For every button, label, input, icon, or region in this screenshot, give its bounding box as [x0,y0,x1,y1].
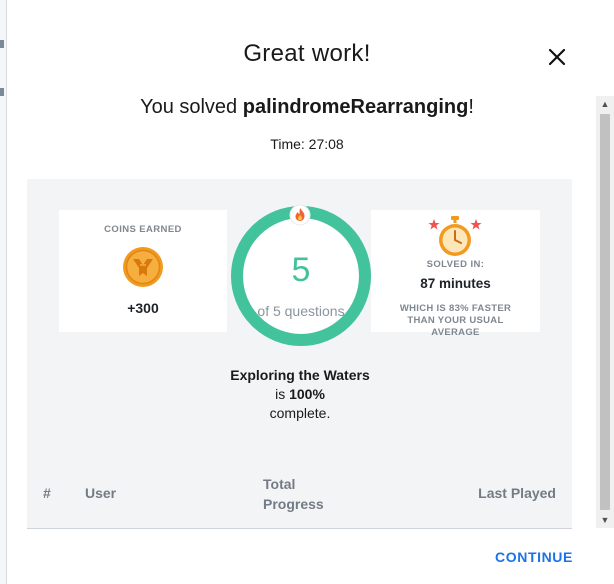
column-header-total-progress: Total Progress [263,476,324,512]
topic-is: is [275,386,290,402]
topic-name: Exploring the Waters [230,367,370,383]
solved-message: You solved palindromeRearranging! [0,96,614,119]
solved-prefix: You solved [140,96,243,118]
task-name: palindromeRearranging [242,96,469,118]
close-button[interactable] [544,44,570,70]
topic-percent: 100% [289,386,325,402]
solved-in-note: WHICH IS 83% FASTER THAN YOUR USUAL AVER… [399,303,512,338]
column-header-rank: # [43,485,51,501]
solved-in-card: SOLVED IN: 87 minutes WHICH IS 83% FASTE… [371,210,540,338]
solved-in-value: 87 minutes [420,276,491,291]
background-mark [0,88,4,96]
scroll-thumb[interactable] [600,114,610,510]
completion-modal: Great work! You solved palindromeRearran… [0,0,614,584]
topic-progress: Exploring the Waters is 100% complete. [227,366,373,423]
leaderboard-header: # User Total Progress Last Played [27,456,572,529]
questions-completed: 5 [291,251,311,289]
column-header-last-played: Last Played [478,485,556,501]
solved-suffix: ! [468,96,474,118]
stats-panel: COINS EARNED +300 5 of 5 questions Explo… [27,179,572,456]
elapsed-time: Time: 27:08 [270,136,344,152]
coins-value: +300 [127,300,159,316]
column-header-user: User [85,485,117,501]
modal-scrollbar[interactable]: ▲ ▼ [596,96,614,528]
coin-icon [123,247,163,287]
coins-label: COINS EARNED [104,224,182,235]
questions-total: of 5 questions [257,303,345,319]
topic-complete: complete. [269,405,331,421]
continue-button[interactable]: CONTINUE [486,549,582,569]
scroll-up-arrow-icon[interactable]: ▲ [596,96,614,112]
stopwatch-icon [428,216,482,256]
flame-icon [289,204,311,226]
modal-title: Great work! [243,40,371,67]
scroll-down-arrow-icon[interactable]: ▼ [596,512,614,528]
background-window-edge [0,0,7,584]
solved-in-label: SOLVED IN: [426,259,485,270]
coins-card: COINS EARNED +300 [59,210,227,332]
close-icon[interactable] [544,44,570,70]
